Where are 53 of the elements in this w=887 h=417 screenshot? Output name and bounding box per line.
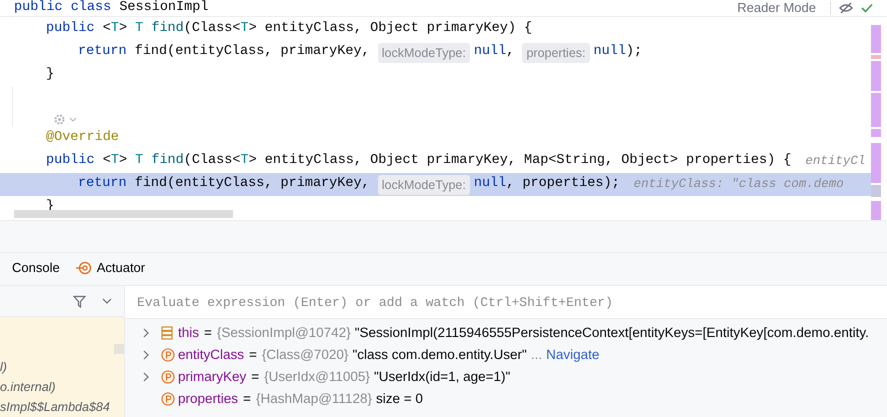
vertical-scrollbar[interactable] — [114, 344, 124, 354]
ellipsis: ... — [530, 346, 542, 364]
variable-value: size = 0 — [376, 390, 423, 408]
code-text: return find(entityClass, primaryKey, — [78, 43, 371, 62]
filter-icon[interactable] — [73, 294, 86, 308]
variable-value: "UserIdx(id=1, age=1)" — [374, 368, 510, 386]
chevron-right-icon[interactable] — [143, 350, 149, 360]
inline-value-hint: entityClass: "class com.demo — [634, 176, 844, 194]
target-icon — [76, 261, 92, 275]
parameter-icon — [161, 370, 175, 384]
equals-sign: = — [248, 346, 258, 364]
stack-frame[interactable]: o.internal) — [0, 377, 56, 397]
code-text: @Override — [46, 129, 119, 148]
variable-type: {HashMap@11128} — [256, 390, 372, 408]
chevron-down-icon[interactable] — [102, 298, 112, 304]
variable-value: "SessionImpl(2115946555PersistenceContext[entityKeys=[EntityKey[com.demo.entity. — [354, 324, 869, 342]
code-text: public class SessionImpl — [13, 0, 208, 16]
variable-type: {SessionImpl@10742} — [216, 324, 351, 342]
check-icon[interactable] — [861, 3, 873, 13]
navigate-link[interactable]: Navigate — [546, 344, 600, 366]
variable-name: properties — [178, 390, 238, 408]
reader-mode-label[interactable]: Reader Mode — [737, 0, 816, 16]
stack-frame[interactable]: l) — [0, 357, 7, 377]
code-text: null, — [474, 43, 516, 62]
chevron-right-icon[interactable] — [143, 328, 149, 338]
variable-value: "class com.demo.entity.User" — [352, 346, 527, 364]
parameter-icon — [161, 348, 175, 362]
code-text: null, properties); — [474, 175, 620, 194]
variable-name: this — [178, 324, 200, 342]
tab[interactable]: Console — [12, 252, 60, 286]
stack-icon — [161, 326, 173, 340]
horizontal-scrollbar[interactable] — [14, 210, 233, 218]
variable-name: primaryKey — [178, 368, 246, 386]
code-text: public <T> T find(Class<T> entityClass, Object primaryKey) { — [46, 20, 532, 38]
stack-frame[interactable]: sImpl$$Lambda$84 — [0, 397, 110, 417]
code-text: } — [46, 66, 54, 84]
inline-value-hint: entityCl — [805, 153, 866, 170]
equals-sign: = — [250, 368, 260, 386]
chevron-right-icon[interactable] — [143, 372, 149, 382]
variable-name: entityClass — [178, 346, 244, 364]
variable-type: {UserIdx@11005} — [264, 368, 370, 386]
parameter-hint: lockModeType: — [378, 42, 470, 62]
parameter-hint: lockModeType: — [378, 174, 470, 194]
tab[interactable]: Actuator — [76, 252, 146, 286]
code-text: null); — [594, 43, 642, 62]
parameter-hint: properties: — [522, 42, 590, 62]
code-text: return find(entityClass, primaryKey, — [78, 175, 371, 194]
eye-crossed-icon[interactable] — [839, 2, 853, 14]
variable-type: {Class@7020} — [262, 346, 348, 364]
code-text: public <T> T find(Class<T> entityClass, Object primaryKey, Map<String, Object> properties) { — [46, 152, 792, 170]
parameter-icon — [161, 392, 175, 406]
equals-sign: = — [203, 324, 213, 342]
equals-sign: = — [242, 390, 252, 408]
